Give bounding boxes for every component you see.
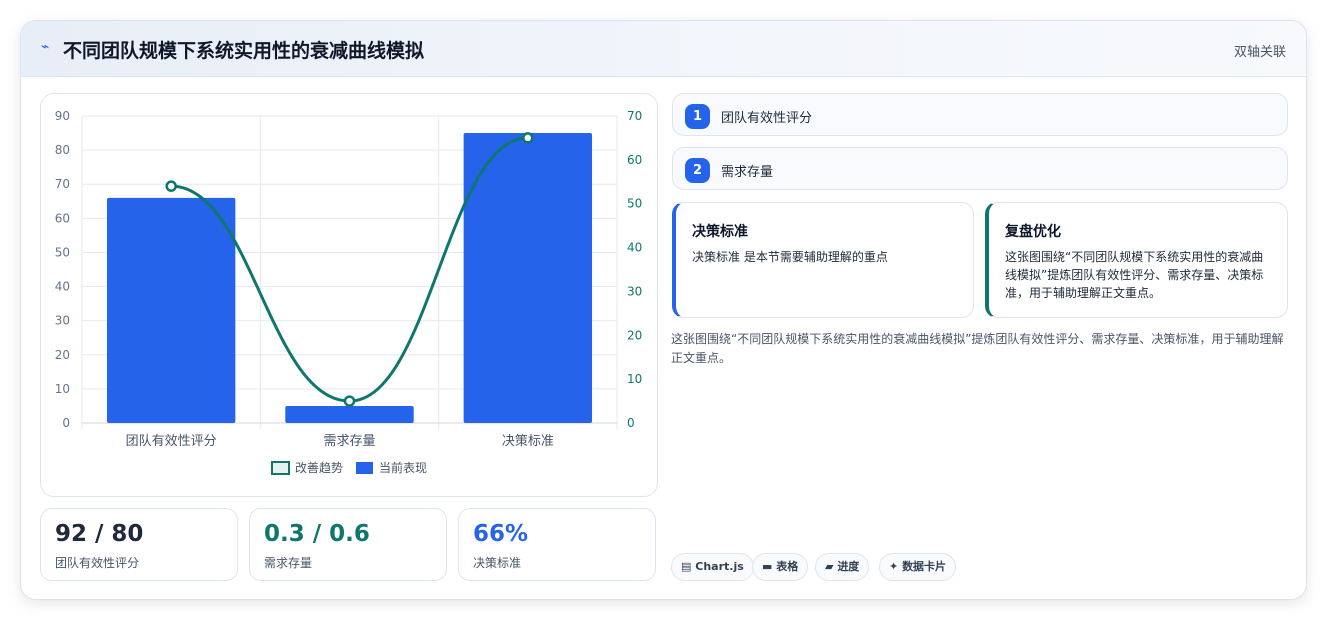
stat-card-3: 66% 决策标准 (458, 508, 656, 581)
legend-label: 当前表现 (379, 460, 427, 475)
y2-tick-label: 60 (627, 153, 642, 167)
stat-card-2: 0.3 / 0.6 需求存量 (249, 508, 447, 581)
y-tick-label: 30 (55, 314, 70, 328)
step-item-2[interactable]: 2 需求存量 (672, 147, 1288, 190)
sparkle-icon: ✦ (889, 560, 899, 573)
y2-tick-label: 10 (627, 372, 642, 386)
stat-label: 决策标准 (473, 556, 522, 570)
bar-1 (106, 197, 236, 423)
y-tick-label: 20 (55, 348, 70, 362)
stat-value: 0.3 / 0.6 (264, 521, 370, 547)
note-title: 复盘优化 (1005, 224, 1061, 240)
stat-value: 66% (473, 521, 529, 547)
bolt-icon: ⌁ (41, 39, 50, 55)
progress-icon: ▰ (825, 560, 834, 573)
note-body: 这张图围绕“不同团队规模下系统实用性的衰减曲线模拟”提炼团队有效性评分、需求存量… (1005, 250, 1264, 300)
y-tick-label: 70 (55, 177, 70, 191)
step-label: 需求存量 (721, 165, 774, 180)
step-number-badge: 2 (685, 158, 710, 183)
card-header: ⌁ 不同团队规模下系统实用性的衰减曲线模拟 双轴关联 (21, 21, 1306, 77)
y2-tick-label: 0 (627, 416, 635, 430)
x-tick-label: 需求存量 (323, 434, 375, 449)
stat-label: 团队有效性评分 (55, 556, 140, 570)
header-tag: 双轴关联 (1233, 45, 1286, 60)
y-tick-label: 0 (62, 416, 70, 430)
legend-swatch-trend (271, 461, 290, 475)
trend-point-2 (343, 395, 356, 407)
note-card-review: 复盘优化 这张图围绕“不同团队规模下系统实用性的衰减曲线模拟”提炼团队有效性评分… (985, 202, 1288, 318)
chip-label: 数据卡片 (902, 560, 947, 573)
main-card: ⌁ 不同团队规模下系统实用性的衰减曲线模拟 双轴关联 0 10 20 30 40 50 60… (20, 20, 1307, 600)
bar-2 (285, 405, 414, 423)
table-icon: ▬ (762, 560, 773, 573)
chip-label: 进度 (837, 560, 860, 573)
y-tick-label: 10 (55, 382, 70, 396)
chip-label: Chart.js (695, 560, 744, 573)
stat-label: 需求存量 (264, 556, 313, 570)
y2-tick-label: 40 (627, 241, 642, 255)
chip-data-card[interactable]: ✦ 数据卡片 (879, 553, 957, 581)
trend-point-3 (522, 132, 534, 144)
chip-label: 表格 (776, 560, 799, 573)
y-tick-label: 60 (55, 211, 70, 225)
x-tick-label: 决策标准 (502, 433, 554, 449)
bar-3 (463, 133, 593, 424)
legend-swatch-current (356, 462, 373, 474)
chart-icon: ▤ (681, 560, 692, 573)
y-tick-label: 80 (55, 143, 70, 157)
trend-point-1 (165, 180, 177, 192)
chip-table[interactable]: ▬ 表格 (752, 553, 809, 581)
x-tick-label: 团队有效性评分 (126, 434, 217, 449)
y-tick-label: 50 (55, 245, 70, 259)
y-tick-label: 40 (55, 280, 70, 294)
chip-chartjs[interactable]: ▤ Chart.js (671, 553, 754, 581)
combo-chart: 0 10 20 30 40 50 60 70 80 90 0 10 20 30 40 50 60 70 团队有效性评… (55, 109, 642, 475)
stat-value: 92 / 80 (55, 521, 144, 547)
y2-tick-label: 20 (627, 328, 642, 342)
note-title: 决策标准 (692, 224, 748, 240)
stat-card-1: 92 / 80 团队有效性评分 (40, 508, 238, 581)
chip-progress[interactable]: ▰ 进度 (815, 553, 870, 581)
summary-text: 这张图围绕“不同团队规模下系统实用性的衰减曲线模拟”提炼团队有效性评分、需求存量… (671, 332, 1284, 365)
step-number-badge: 1 (685, 104, 710, 129)
y2-tick-label: 70 (627, 109, 642, 123)
step-item-1[interactable]: 1 团队有效性评分 (672, 93, 1288, 136)
note-card-decision: 决策标准 决策标准 是本节需要辅助理解的重点 (672, 202, 974, 318)
legend-label: 改善趋势 (295, 460, 343, 475)
page-title: 不同团队规模下系统实用性的衰减曲线模拟 (63, 40, 425, 62)
note-body: 决策标准 是本节需要辅助理解的重点 (692, 250, 888, 264)
y2-tick-label: 50 (627, 197, 642, 211)
step-label: 团队有效性评分 (721, 111, 813, 126)
y2-tick-label: 30 (627, 284, 642, 298)
chart-panel: 0 10 20 30 40 50 60 70 80 90 0 10 20 30 40 50 60 70 团队有效性评… (40, 93, 658, 497)
y-tick-label: 90 (55, 109, 70, 123)
